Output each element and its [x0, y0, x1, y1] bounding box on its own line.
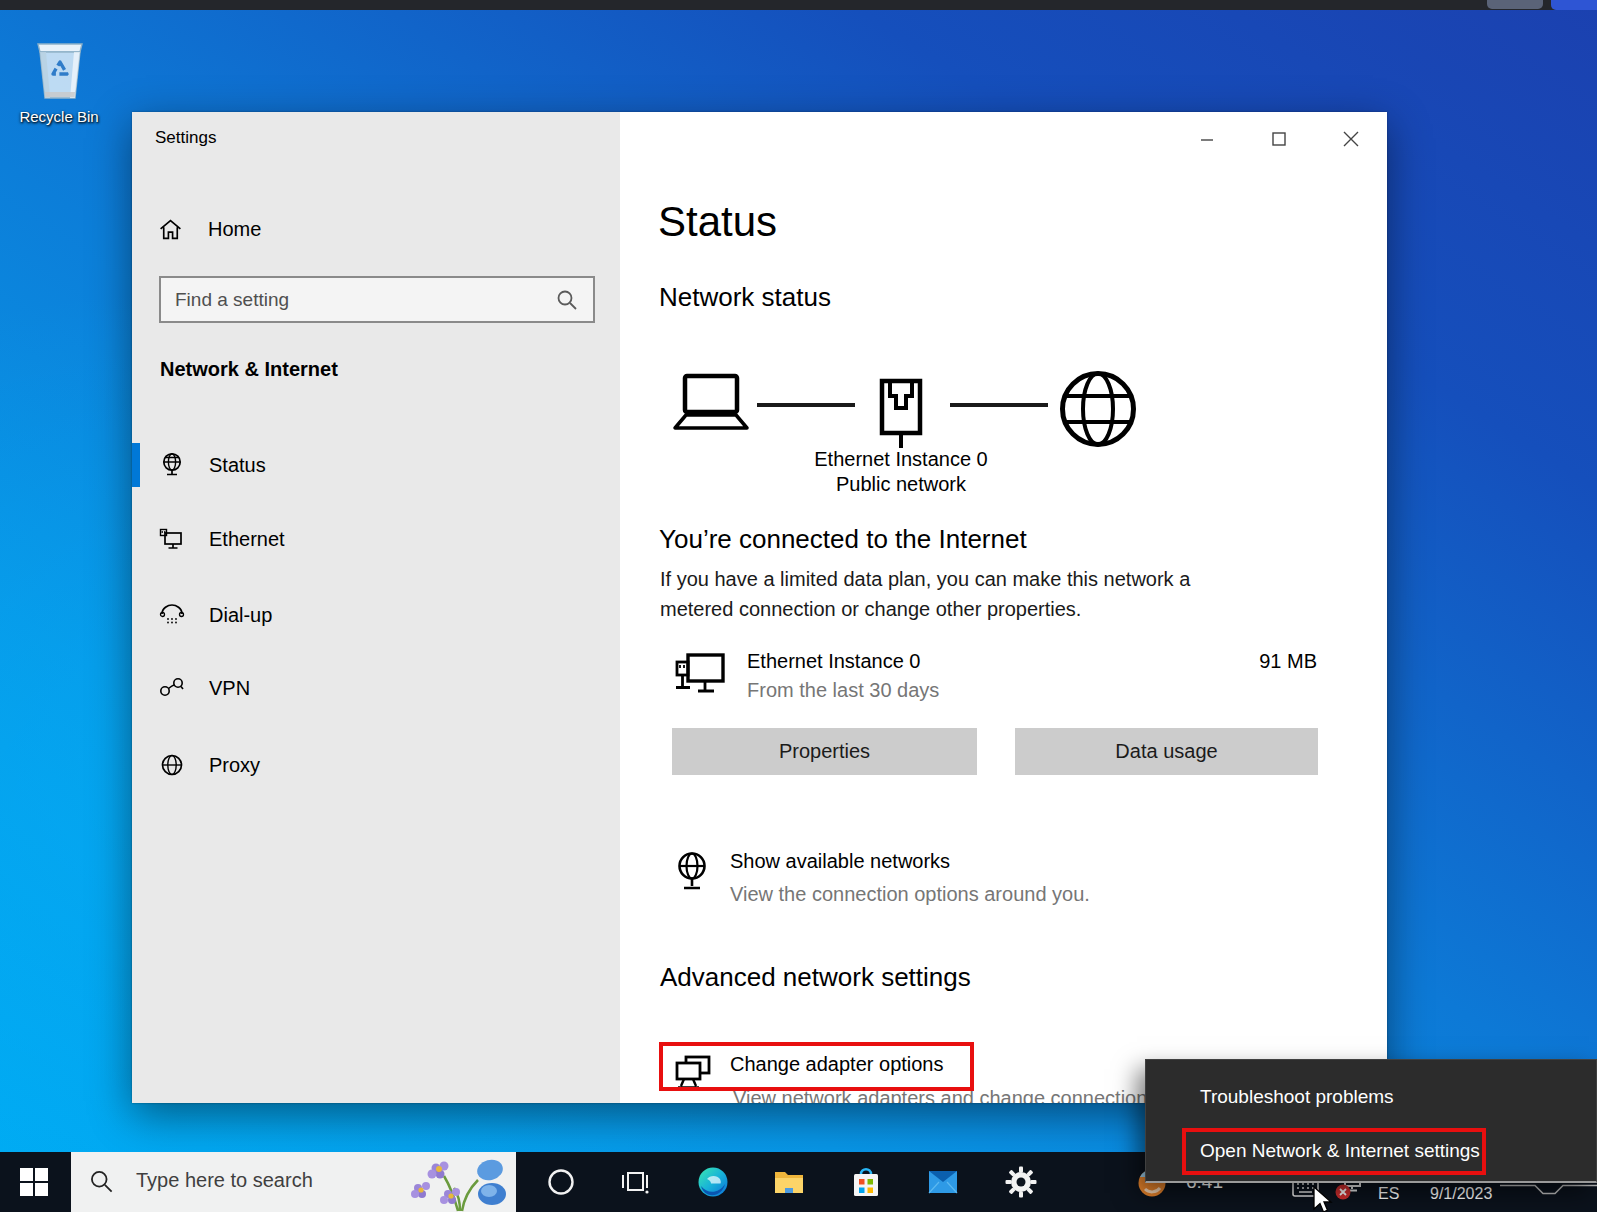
tray-chevron-icon[interactable]	[1500, 1184, 1597, 1198]
edge-button[interactable]	[689, 1152, 737, 1212]
maximize-icon	[1272, 132, 1286, 146]
top-bar-pill-blue[interactable]	[1551, 0, 1597, 10]
advanced-heading: Advanced network settings	[660, 962, 971, 993]
settings-search-input[interactable]	[175, 278, 545, 321]
recycle-bin-label: Recycle Bin	[14, 108, 104, 125]
task-view-button[interactable]	[611, 1152, 659, 1212]
properties-button[interactable]: Properties	[672, 728, 977, 775]
dialup-icon	[158, 601, 186, 629]
sidebar-item-status[interactable]: Status	[132, 442, 620, 488]
gear-icon	[1005, 1166, 1037, 1198]
task-view-icon	[620, 1167, 650, 1197]
windows-logo-icon	[20, 1168, 48, 1196]
cortana-icon	[547, 1168, 575, 1196]
sidebar-section-title: Network & Internet	[160, 358, 338, 381]
tray-date[interactable]: 9/1/2023	[1430, 1185, 1492, 1203]
data-usage-button[interactable]: Data usage	[1015, 728, 1318, 775]
ethernet-row-name: Ethernet Instance 0	[747, 650, 920, 673]
sidebar-item-ethernet[interactable]: Ethernet	[132, 516, 620, 562]
taskbar-search-box[interactable]: Type here to search	[71, 1152, 516, 1212]
sidebar-proxy-label: Proxy	[209, 754, 260, 777]
status-icon	[158, 451, 186, 479]
settings-window: Settings Home Network & Internet Stat	[132, 112, 1387, 1103]
store-button[interactable]	[842, 1152, 890, 1212]
close-button[interactable]	[1325, 118, 1377, 160]
file-explorer-icon	[773, 1168, 805, 1196]
mail-button[interactable]	[919, 1152, 967, 1212]
network-status-heading: Network status	[659, 282, 831, 313]
close-icon	[1343, 131, 1359, 147]
internet-globe-icon	[1057, 369, 1139, 449]
sidebar-vpn-label: VPN	[209, 677, 250, 700]
search-icon[interactable]	[555, 288, 579, 312]
top-bar-pill-gray[interactable]	[1487, 0, 1543, 9]
edge-icon	[697, 1166, 729, 1198]
data-usage-value: 91 MB	[1167, 650, 1317, 673]
minimize-button[interactable]	[1181, 118, 1233, 160]
settings-sidebar: Settings Home Network & Internet Stat	[132, 112, 620, 1103]
start-button[interactable]	[10, 1152, 58, 1212]
diagram-connector-line-1	[757, 403, 855, 407]
taskbar-search-placeholder: Type here to search	[136, 1169, 313, 1192]
ethernet-connector-icon	[879, 378, 923, 452]
settings-gear-button[interactable]	[997, 1152, 1045, 1212]
show-networks-globe-icon	[673, 851, 711, 893]
sidebar-item-home[interactable]: Home	[158, 214, 598, 244]
laptop-icon	[672, 372, 750, 432]
show-networks-subtitle: View the connection options around you.	[730, 883, 1090, 906]
mail-icon	[927, 1169, 959, 1195]
connected-description: If you have a limited data plan, you can…	[660, 564, 1190, 624]
ethernet-icon	[158, 525, 186, 553]
window-title: Settings	[155, 128, 216, 148]
widget-flowers-image[interactable]	[406, 1154, 510, 1212]
diagram-connector-line-2	[950, 403, 1048, 407]
settings-search-box[interactable]	[159, 276, 595, 323]
recycle-bin-glyph	[20, 30, 98, 104]
ethernet-row-period: From the last 30 days	[747, 679, 939, 702]
file-explorer-button[interactable]	[765, 1152, 813, 1212]
maximize-button[interactable]	[1253, 118, 1305, 160]
sidebar-home-label: Home	[208, 218, 261, 241]
sidebar-item-dialup[interactable]: Dial-up	[132, 592, 620, 638]
connected-heading: You’re connected to the Internet	[659, 524, 1027, 555]
sidebar-status-label: Status	[209, 454, 266, 477]
ethernet-adapter-icon	[674, 652, 726, 698]
tray-language[interactable]: ES	[1378, 1185, 1399, 1203]
diagram-network-type: Public network	[751, 473, 1051, 496]
sidebar-dialup-label: Dial-up	[209, 604, 272, 627]
sidebar-item-vpn[interactable]: VPN	[132, 665, 620, 711]
highlight-box-change-adapter	[659, 1042, 974, 1091]
remote-session-top-bar	[0, 0, 1597, 10]
diagram-connection-name: Ethernet Instance 0	[751, 448, 1051, 471]
flower-2	[411, 1182, 430, 1198]
cortana-button[interactable]	[537, 1152, 585, 1212]
minimize-icon	[1200, 132, 1214, 146]
menu-item-troubleshoot[interactable]: Troubleshoot problems	[1200, 1086, 1394, 1110]
show-networks-title[interactable]: Show available networks	[730, 850, 950, 873]
recycle-bin-icon[interactable]: Recycle Bin	[14, 30, 104, 124]
sidebar-ethernet-label: Ethernet	[209, 528, 285, 551]
vpn-icon	[158, 674, 186, 702]
highlight-box-open-network-settings	[1182, 1128, 1486, 1175]
proxy-icon	[158, 751, 186, 779]
home-icon	[158, 217, 183, 242]
store-icon	[851, 1165, 881, 1199]
taskbar-search-icon	[88, 1168, 115, 1195]
page-title: Status	[658, 198, 777, 246]
sidebar-item-proxy[interactable]: Proxy	[132, 742, 620, 788]
mouse-cursor	[1312, 1186, 1336, 1212]
